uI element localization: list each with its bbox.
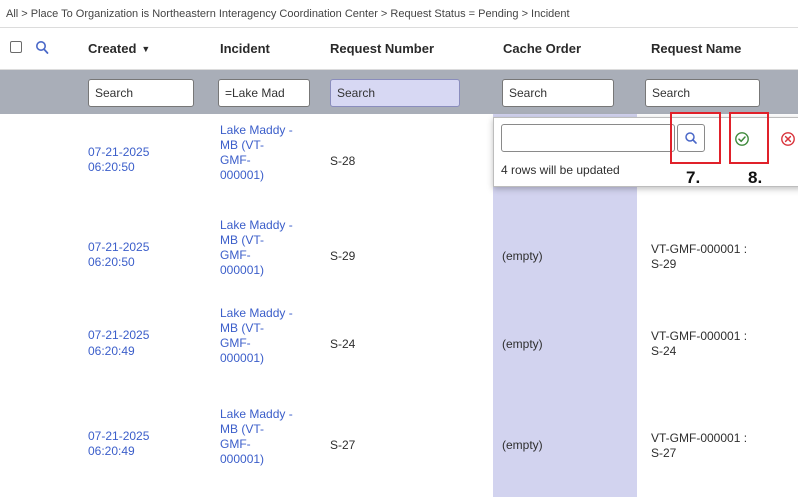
request-name-line: VT-GMF-000001 : xyxy=(651,242,748,256)
column-header-request-number[interactable]: Request Number xyxy=(330,28,434,70)
incident-link[interactable]: Lake Maddy - MB (VT- GMF- 000001) xyxy=(220,407,300,467)
created-filter-input[interactable] xyxy=(88,79,194,107)
request-number-cell: S-27 xyxy=(330,438,356,452)
table-row[interactable]: 07-21-2025 06:20:50 Lake Maddy - MB (VT-… xyxy=(0,209,798,304)
breadcrumb[interactable]: All > Place To Organization is Northeast… xyxy=(0,0,798,28)
incident-link[interactable]: Lake Maddy - MB (VT- GMF- 000001) xyxy=(220,306,300,366)
column-header-request-name[interactable]: Request Name xyxy=(651,28,741,70)
request-number-cell: S-29 xyxy=(330,249,356,263)
column-header-cache-order[interactable]: Cache Order xyxy=(503,28,581,70)
incident-line: MB (VT- xyxy=(220,138,264,152)
request-name-line: S-27 xyxy=(651,446,677,460)
created-date-link[interactable]: 07-21-2025 xyxy=(88,145,149,160)
created-time-link[interactable]: 06:20:49 xyxy=(88,444,135,459)
callout-highlight-confirm xyxy=(729,112,769,164)
incident-line: 000001) xyxy=(220,263,265,277)
incident-line: Lake Maddy - xyxy=(220,306,293,320)
incident-line: MB (VT- xyxy=(220,233,264,247)
request-name-line: S-29 xyxy=(651,257,677,271)
incident-line: GMF- xyxy=(220,437,251,451)
cache-order-edit-input[interactable] xyxy=(501,124,675,152)
step-number-label: 8. xyxy=(748,168,763,187)
created-date-link[interactable]: 07-21-2025 xyxy=(88,429,149,444)
cache-order-cell[interactable]: (empty) xyxy=(502,337,543,352)
created-date-link[interactable]: 07-21-2025 xyxy=(88,328,149,343)
incident-line: 000001) xyxy=(220,452,265,466)
incident-line: GMF- xyxy=(220,336,251,350)
table-row[interactable]: 07-21-2025 06:20:49 Lake Maddy - MB (VT-… xyxy=(0,304,798,399)
request-number-filter-input[interactable] xyxy=(330,79,460,107)
request-name-filter-input[interactable] xyxy=(645,79,760,107)
incident-line: 000001) xyxy=(220,351,265,365)
incident-line: Lake Maddy - xyxy=(220,407,293,421)
column-header-created-label: Created xyxy=(88,41,137,56)
rows-update-message: 4 rows will be updated xyxy=(501,163,620,177)
request-number-cell: S-24 xyxy=(330,337,356,351)
callout-highlight-search xyxy=(670,112,721,164)
column-header-incident[interactable]: Incident xyxy=(220,28,270,70)
cache-order-cell[interactable]: (empty) xyxy=(502,249,543,264)
request-name-line: VT-GMF-000001 : xyxy=(651,329,748,343)
incident-line: 000001) xyxy=(220,168,265,182)
step-number-label: 7. xyxy=(686,168,701,187)
created-time-link[interactable]: 06:20:50 xyxy=(88,160,135,175)
search-icon[interactable] xyxy=(35,40,49,56)
column-filter-row xyxy=(0,70,798,114)
incident-line: MB (VT- xyxy=(220,321,264,335)
cancel-x-icon[interactable] xyxy=(780,131,796,147)
request-number-cell: S-28 xyxy=(330,154,356,168)
request-name-line: VT-GMF-000001 : xyxy=(651,431,748,445)
incident-line: Lake Maddy - xyxy=(220,123,293,137)
table-header-row: Created ▼ Incident Request Number Cache O… xyxy=(0,28,798,70)
request-name-cell: VT-GMF-000001 : S-27 xyxy=(651,431,747,461)
incident-line: MB (VT- xyxy=(220,422,264,436)
created-time-link[interactable]: 06:20:49 xyxy=(88,344,135,359)
incident-filter-input[interactable] xyxy=(218,79,310,107)
incident-line: GMF- xyxy=(220,248,251,262)
incident-link[interactable]: Lake Maddy - MB (VT- GMF- 000001) xyxy=(220,123,300,183)
created-date-link[interactable]: 07-21-2025 xyxy=(88,240,149,255)
select-all-checkbox[interactable] xyxy=(10,41,22,53)
column-header-created[interactable]: Created ▼ xyxy=(88,28,150,70)
request-name-cell: VT-GMF-000001 : S-24 xyxy=(651,329,747,359)
request-name-line: S-24 xyxy=(651,344,677,358)
created-time-link[interactable]: 06:20:50 xyxy=(88,255,135,270)
cache-order-cell[interactable]: (empty) xyxy=(502,438,543,453)
request-name-cell: VT-GMF-000001 : S-29 xyxy=(651,242,747,272)
incident-line: GMF- xyxy=(220,153,251,167)
incident-line: Lake Maddy - xyxy=(220,218,293,232)
table-row[interactable]: 07-21-2025 06:20:49 Lake Maddy - MB (VT-… xyxy=(0,399,798,494)
sort-descending-icon[interactable]: ▼ xyxy=(141,44,150,54)
incident-link[interactable]: Lake Maddy - MB (VT- GMF- 000001) xyxy=(220,218,300,278)
cache-order-filter-input[interactable] xyxy=(502,79,614,107)
